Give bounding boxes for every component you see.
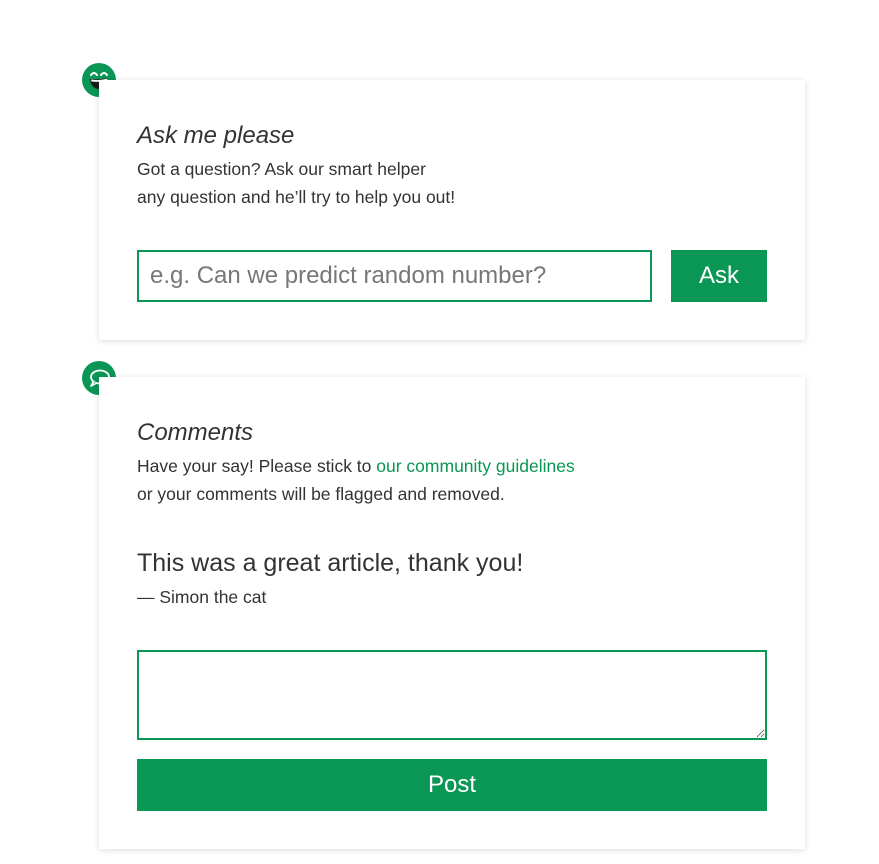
community-guidelines-link[interactable]: our community guidelines [376, 456, 574, 476]
ask-question-input[interactable] [137, 250, 652, 302]
comments-description: Have your say! Please stick to our commu… [137, 452, 575, 508]
ask-description-line-2: any question and he’ll try to help you o… [137, 187, 456, 207]
comment-textarea[interactable] [137, 650, 767, 740]
comments-description-line-2: or your comments will be flagged and rem… [137, 484, 505, 504]
ask-button[interactable]: Ask [671, 250, 767, 302]
ask-description-line-1: Got a question? Ask our smart helper [137, 159, 426, 179]
comments-description-prefix: Have your say! Please stick to [137, 456, 377, 476]
comment-author: — Simon the cat [137, 587, 267, 607]
ask-card: Ask me please Got a question? Ask our sm… [99, 80, 805, 340]
comments-title: Comments [137, 419, 254, 446]
ask-title: Ask me please [137, 122, 295, 149]
comment-quote: This was a great article, thank you! [137, 549, 524, 577]
post-button[interactable]: Post [137, 759, 767, 811]
comments-card: Comments Have your say! Please stick to … [99, 377, 805, 849]
ask-description: Got a question? Ask our smart helper any… [137, 155, 455, 211]
comments-description-line-1: Have your say! Please stick to our commu… [137, 452, 575, 480]
